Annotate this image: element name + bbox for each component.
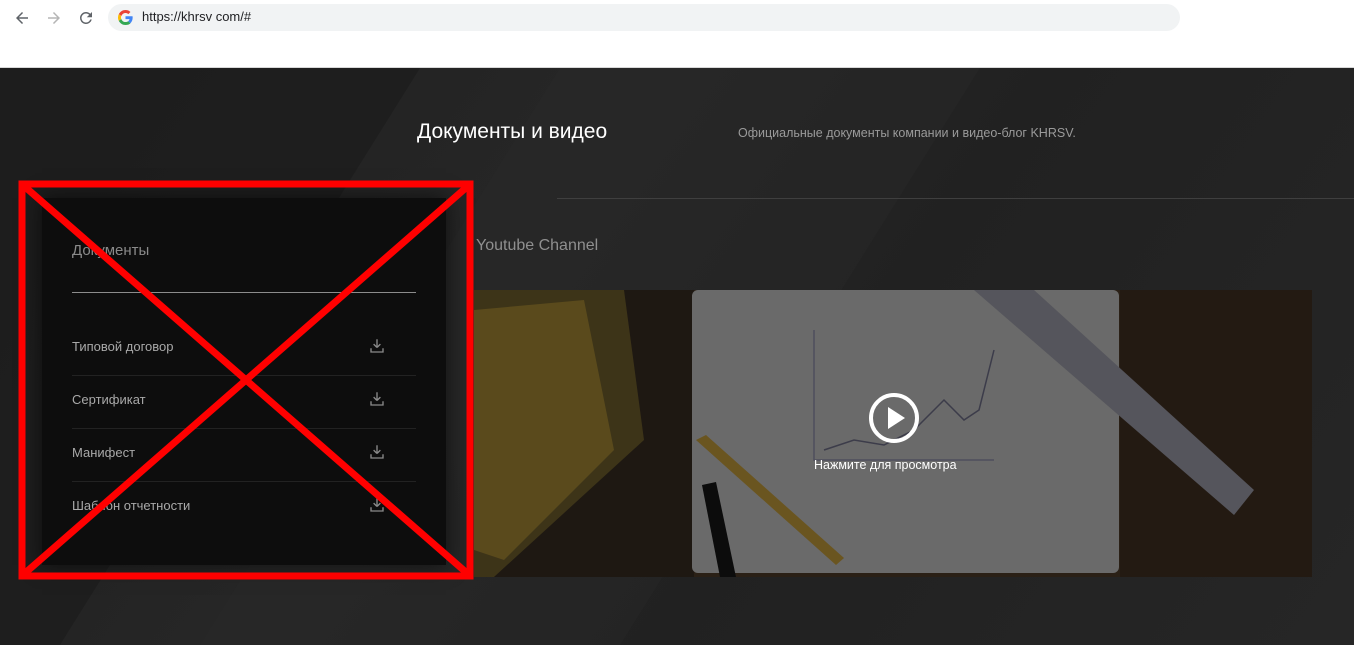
play-caption: Нажмите для просмотра <box>814 458 957 472</box>
address-bar[interactable]: https://khrsv com/# <box>108 4 1180 31</box>
document-item-contract[interactable]: Типовой договор <box>72 323 416 376</box>
reload-icon <box>79 11 92 24</box>
youtube-heading: Youtube Channel <box>476 237 599 254</box>
documents-heading-divider <box>72 292 416 293</box>
arrow-left-icon <box>16 12 28 24</box>
documents-panel: Документы Типовой договор Сертификат Ман… <box>42 198 446 565</box>
download-icon[interactable] <box>368 390 386 408</box>
document-label: Манифест <box>72 445 136 460</box>
section-title: Документы и видео <box>417 120 608 143</box>
document-item-manifest[interactable]: Манифест <box>72 429 416 482</box>
url-text: https://khrsv com/# <box>142 9 252 24</box>
documents-video-section: Документы и видео Официальные документы … <box>0 68 1354 645</box>
download-icon[interactable] <box>368 443 386 461</box>
arrow-right-icon <box>48 12 60 24</box>
forward-button[interactable] <box>42 6 66 30</box>
document-item-report-template[interactable]: Шаблон отчетности <box>72 482 416 535</box>
play-circle-icon[interactable] <box>868 392 920 444</box>
download-icon[interactable] <box>368 496 386 514</box>
back-button[interactable] <box>10 6 34 30</box>
google-g-icon <box>118 10 133 25</box>
document-label: Типовой договор <box>72 339 174 354</box>
video-player[interactable]: Нажмите для просмотра <box>474 290 1312 577</box>
document-item-certificate[interactable]: Сертификат <box>72 376 416 429</box>
section-subtitle: Официальные документы компании и видео-б… <box>738 126 1076 140</box>
download-icon[interactable] <box>368 337 386 355</box>
documents-heading: Документы <box>72 242 150 259</box>
document-label: Шаблон отчетности <box>72 498 191 513</box>
reload-button[interactable] <box>74 6 98 30</box>
browser-toolbar: https://khrsv com/# <box>0 0 1354 68</box>
section-divider <box>557 198 1354 199</box>
document-label: Сертификат <box>72 392 146 407</box>
